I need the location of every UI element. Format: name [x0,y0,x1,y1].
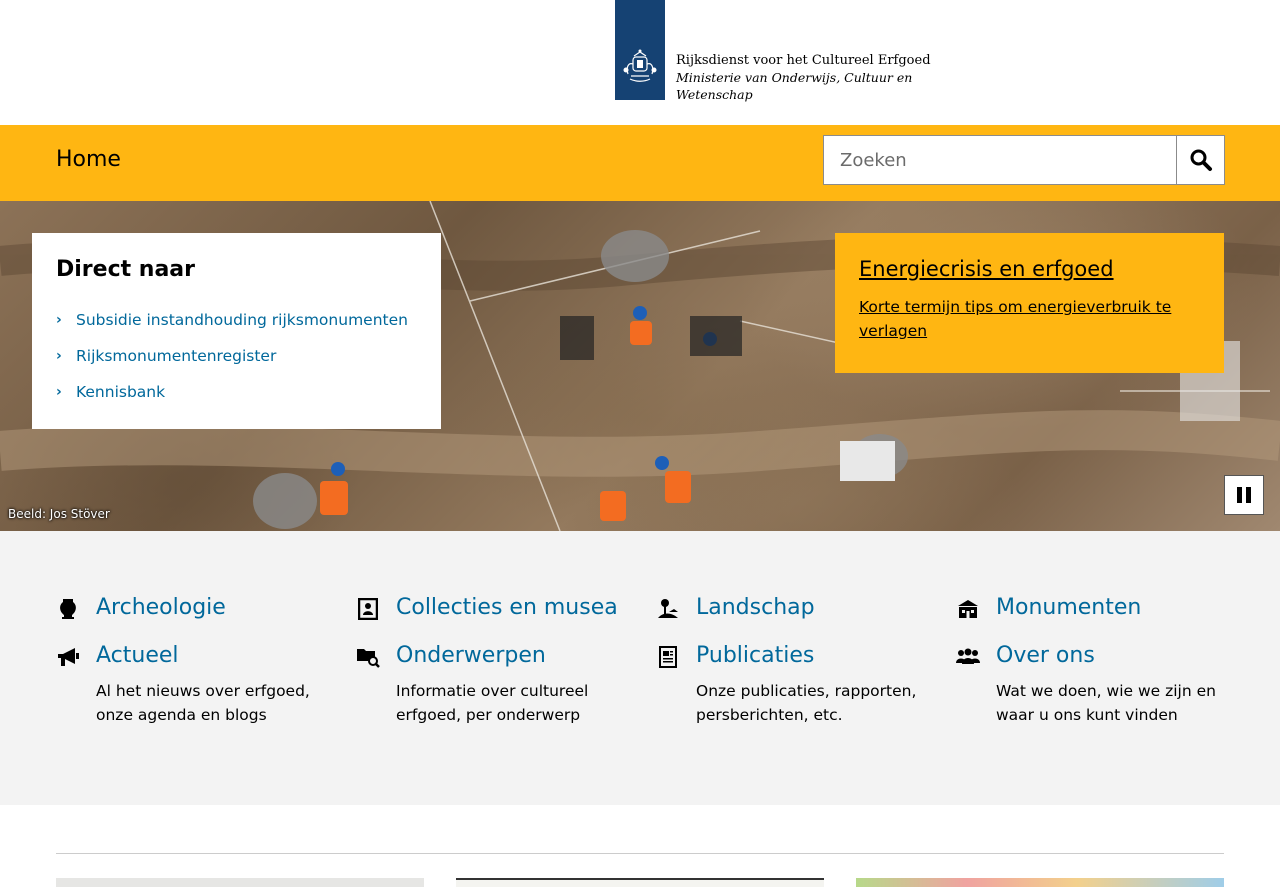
landscape-icon [656,597,680,621]
topic-description: Wat we doen, wie we zijn en waar u ons k… [996,682,1216,724]
document-icon [656,645,680,669]
promo-panel: Energiecrisis en erfgoed Korte termijn t… [835,233,1224,373]
chevron-right-icon: › [56,384,62,400]
rijksoverheid-logo[interactable] [615,0,665,100]
topic-link[interactable]: Onderwerpen [396,643,546,668]
ministry-name: Ministerie van Onderwijs, Cultuur en Wet… [676,70,913,102]
topic-link[interactable]: Archeologie [96,595,226,620]
topic-link[interactable]: Publicaties [696,643,814,668]
topic-description: Al het nieuws over erfgoed, onze agenda … [96,682,310,724]
search-input[interactable] [824,136,1177,184]
chevron-right-icon: › [56,312,62,328]
direct-links-panel: Direct naar › Subsidie instandhouding ri… [32,233,441,429]
building-icon [956,597,980,621]
folder-search-icon [356,645,380,669]
topic-description: Onze publicaties, rapporten, persbericht… [696,682,917,724]
card-image[interactable] [456,878,824,887]
pause-icon [1237,487,1242,503]
topic-link[interactable]: Monumenten [996,595,1141,620]
logo-wordmark[interactable]: Rijksdienst voor het Cultureel Erfgoed M… [676,52,936,103]
direct-link-subsidie[interactable]: › Subsidie instandhouding rijksmonumente… [56,302,417,338]
people-icon [956,645,980,669]
frame-icon [356,597,380,621]
promo-sub-link[interactable]: Korte termijn tips om energieverbruik te… [859,295,1200,343]
section-divider [56,853,1224,854]
card-image[interactable] [56,878,424,887]
direct-link-register[interactable]: › Rijksmonumentenregister [56,338,417,374]
search-form [823,135,1225,185]
topic-description: Informatie over cultureel erfgoed, per o… [396,682,589,724]
direct-link-label: Rijksmonumentenregister [76,347,277,365]
topic-link[interactable]: Actueel [96,643,179,668]
search-icon [1190,149,1212,171]
vase-icon [56,597,80,621]
search-button[interactable] [1176,136,1224,184]
topic-link[interactable]: Collecties en musea [396,595,618,620]
megaphone-icon [56,645,80,669]
topic-link[interactable]: Over ons [996,643,1095,668]
topic-link[interactable]: Landschap [696,595,815,620]
image-credit: Beeld: Jos Stöver [8,507,110,521]
site-header: Rijksdienst voor het Cultureel Erfgoed M… [0,0,1280,125]
direct-link-label: Kennisbank [76,383,166,401]
direct-link-label: Subsidie instandhouding rijksmonumenten [76,311,408,329]
chevron-right-icon: › [56,348,62,364]
hero-carousel: Direct naar › Subsidie instandhouding ri… [0,201,1280,531]
direct-links-list: › Subsidie instandhouding rijksmonumente… [56,302,417,410]
direct-link-kennisbank[interactable]: › Kennisbank [56,374,417,410]
main-navbar: Home [0,125,1280,201]
topics-section: Archeologie Collecties en musea Landscha… [0,531,1280,805]
org-name: Rijksdienst voor het Cultureel Erfgoed [676,53,931,68]
carousel-pause-button[interactable] [1224,475,1264,515]
card-image[interactable] [856,878,1224,887]
direct-links-title: Direct naar [56,257,195,282]
rijksoverheid-emblem-icon [623,49,657,82]
promo-title-link[interactable]: Energiecrisis en erfgoed [859,257,1200,281]
nav-home-link[interactable]: Home [56,147,121,172]
